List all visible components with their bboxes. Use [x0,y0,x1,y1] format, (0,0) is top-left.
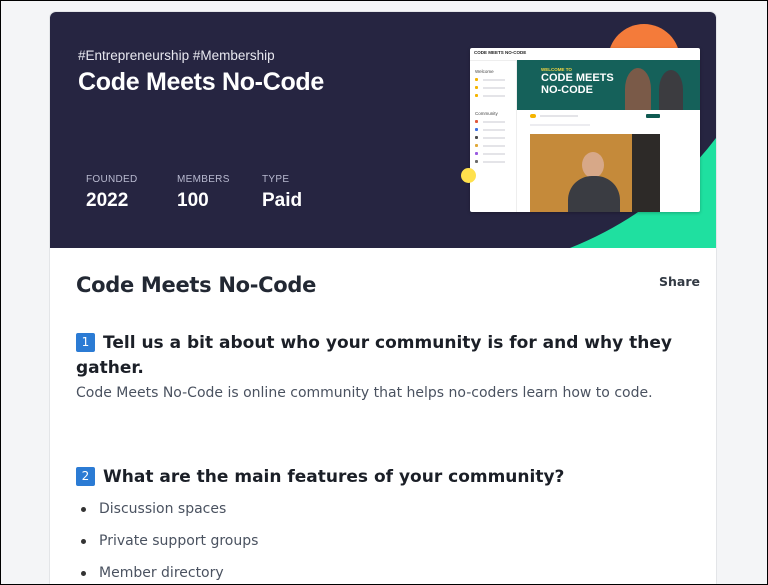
preview-sidebar: Welcome Community [470,60,517,212]
stat-founded: FOUNDED 2022 [86,174,138,212]
community-preview-image: CODE MEETS NO-CODE Welcome Community WEL… [470,48,700,212]
hero-title: Code Meets No-Code [78,68,325,96]
yellow-dot-decoration [461,168,476,183]
answer-1: Code Meets No-Code is online community t… [76,385,653,401]
preview-line [483,161,505,163]
preview-dot [475,94,478,97]
question-1: 1 Tell us a bit about who your community … [76,331,686,381]
preview-line [483,153,505,155]
list-item: Discussion spaces [76,499,258,531]
preview-line [483,129,505,131]
preview-sidebar-welcome: Welcome [475,69,494,74]
question-2: 2 What are the main features of your comm… [76,465,686,490]
stat-type: TYPE Paid [262,174,302,212]
preview-dot [475,160,478,163]
hashtags: #Entrepreneurship #Membership [78,48,275,63]
preview-dot [475,152,478,155]
question-1-text: Tell us a bit about who your community i… [76,333,672,378]
stat-value: 100 [177,190,209,211]
community-title: Code Meets No-Code [76,273,317,297]
preview-person-image [659,70,683,110]
preview-line [540,115,578,117]
preview-banner-title-line2: NO-CODE [541,84,593,96]
stat-label: TYPE [262,174,290,185]
preview-line [483,87,505,89]
share-button[interactable]: Share [659,274,700,289]
preview-dot [475,120,478,123]
preview-banner-title-line1: CODE MEETS [541,72,614,84]
preview-dot [475,136,478,139]
preview-line [483,145,505,147]
preview-banner: WELCOME TO CODE MEETS NO-CODE [517,60,700,110]
preview-brand: CODE MEETS NO-CODE [474,50,527,55]
list-item: Member directory [76,563,258,584]
community-card: #Entrepreneurship #Membership Code Meets… [49,11,717,584]
shelf [632,134,660,212]
features-list: Discussion spaces Private support groups… [76,499,258,584]
preview-dot [475,128,478,131]
list-item: Private support groups [76,531,258,563]
page-frame: #Entrepreneurship #Membership Code Meets… [0,0,768,585]
preview-line [530,124,590,126]
preview-sidebar-community: Community [475,111,498,116]
person-body [568,176,620,212]
question-2-text: What are the main features of your commu… [103,467,565,487]
preview-video-thumbnail [530,134,660,212]
preview-post-icon [530,114,536,118]
number-2-badge-icon: 2 [76,467,95,486]
stat-label: FOUNDED [86,174,138,185]
preview-line [483,95,505,97]
stat-members: MEMBERS 100 [177,174,230,212]
number-1-badge-icon: 1 [76,333,95,352]
preview-button [646,114,660,118]
preview-line [483,121,505,123]
stat-value: Paid [262,190,303,211]
preview-dot [475,86,478,89]
preview-dot [475,144,478,147]
person-head [582,152,604,178]
preview-person-image [625,68,651,110]
preview-dot [475,78,478,81]
stat-label: MEMBERS [177,174,230,185]
preview-line [483,79,505,81]
preview-line [483,137,505,139]
stat-value: 2022 [86,190,129,211]
hero-banner: #Entrepreneurship #Membership Code Meets… [50,12,716,248]
